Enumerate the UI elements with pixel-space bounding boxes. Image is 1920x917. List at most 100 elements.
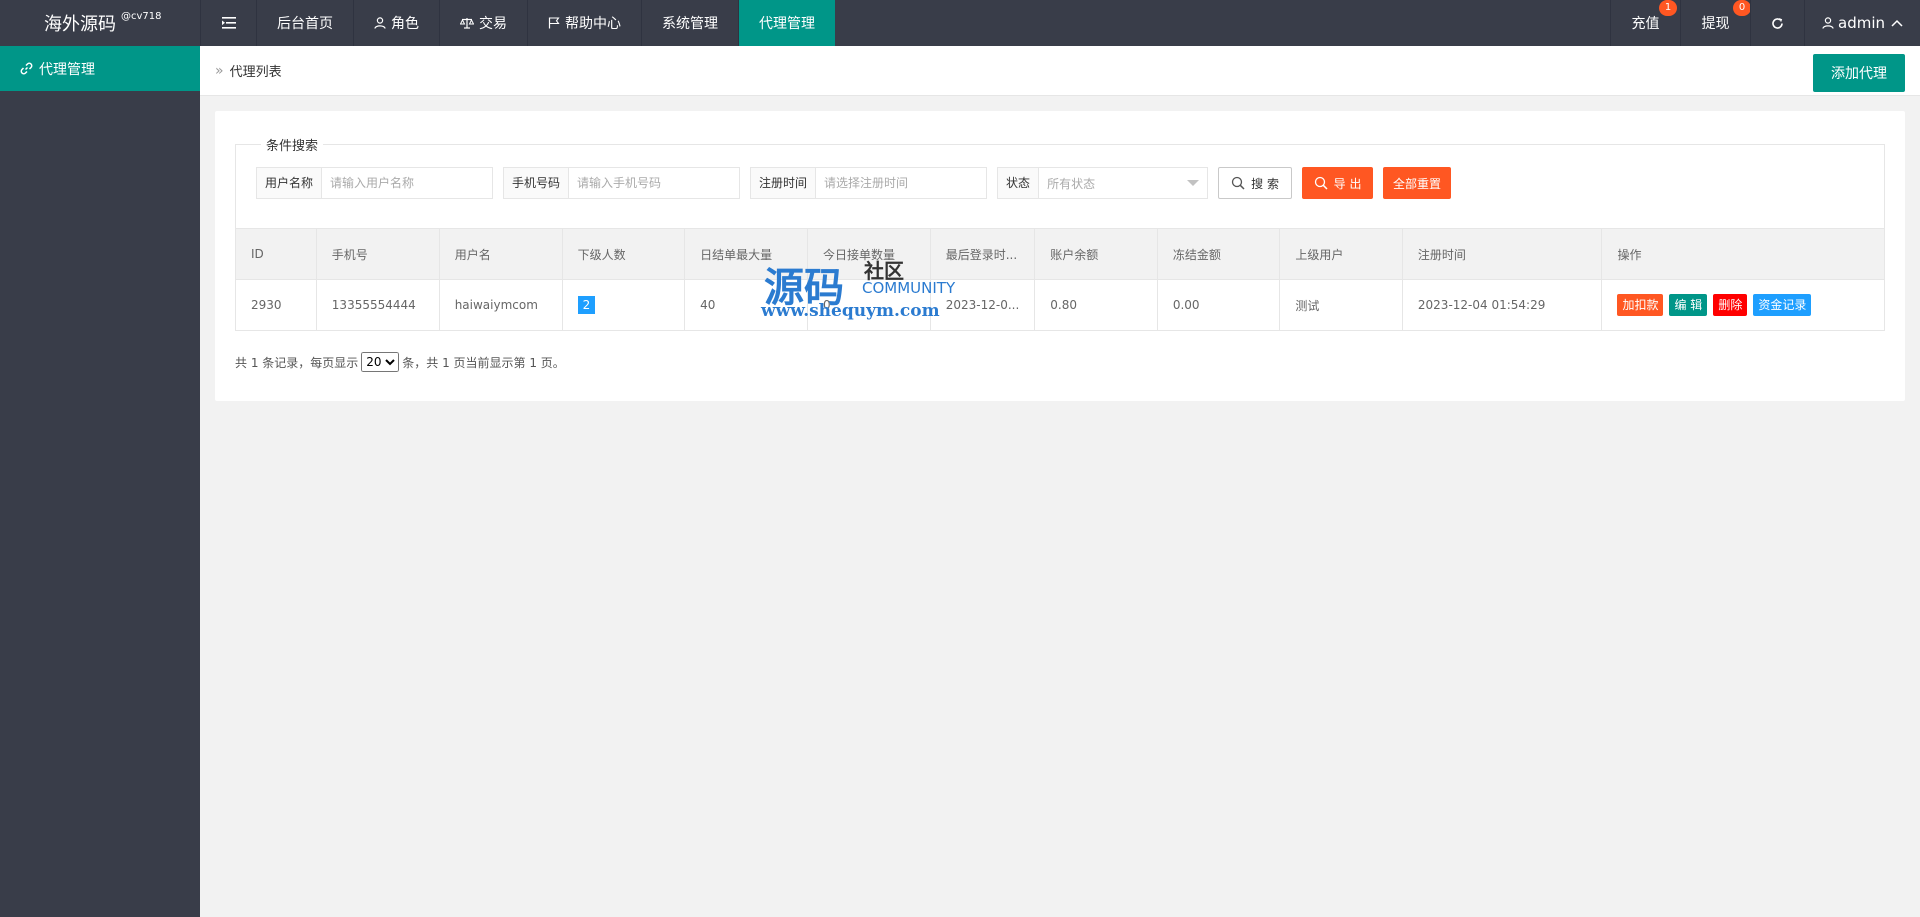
reset-button-label: 全部重置 <box>1393 176 1442 191</box>
col-header-reg-time[interactable]: 注册时间 <box>1401 228 1603 280</box>
breadcrumb: 代理列表 <box>229 65 282 80</box>
cell-id: 2930 <box>235 279 317 331</box>
col-header-frozen[interactable]: 冻结金额 <box>1156 228 1281 280</box>
search-fieldset: 条件搜索 用户名称 手机号码 注册时间 状态 所有状态 <box>235 135 1885 230</box>
table-header-row: ID 手机号 用户名 下级人数 日结单最大量 今日接单数量 最后登录时... 账… <box>235 228 1885 280</box>
search-legend: 条件搜索 <box>261 135 324 154</box>
sub-count-badge[interactable]: 2 <box>577 296 596 314</box>
phone-input[interactable] <box>569 168 740 198</box>
breadcrumb-bar: » 代理列表 添加代理 <box>200 46 1920 96</box>
nav-trade[interactable]: 交易 <box>439 0 527 46</box>
refresh-icon <box>1772 17 1783 29</box>
menu-collapse-icon <box>221 17 236 29</box>
cell-balance: 0.80 <box>1034 279 1158 331</box>
status-select-value: 所有状态 <box>1047 176 1096 191</box>
cell-frozen: 0.00 <box>1156 279 1281 331</box>
cell-reg-time: 2023-12-04 01:54:29 <box>1401 279 1603 331</box>
col-header-id[interactable]: ID <box>235 228 317 280</box>
recharge-badge: 1 <box>1659 0 1677 16</box>
regtime-label: 注册时间 <box>751 168 817 198</box>
logo: 海外源码 @cv718 <box>0 0 200 46</box>
nav-agent-label: 代理管理 <box>759 16 815 32</box>
username-field-group: 用户名称 <box>256 167 494 199</box>
status-label: 状态 <box>998 168 1040 198</box>
username-label: 用户名称 <box>257 168 323 198</box>
cell-last-login: 2023-12-0... <box>929 279 1036 331</box>
col-header-daily-max[interactable]: 日结单最大量 <box>684 228 808 280</box>
search-icon <box>1231 176 1245 190</box>
sidebar: 代理管理 <box>0 46 200 917</box>
cell-parent: 测试 <box>1279 279 1403 331</box>
col-header-last-login[interactable]: 最后登录时... <box>929 228 1036 280</box>
table-row: 2930 13355554444 haiwaiymcom 2 40 0 2023… <box>235 279 1885 331</box>
fund-records-button[interactable]: 资金记录 <box>1753 294 1812 316</box>
scale-icon <box>460 18 474 29</box>
phone-label: 手机号码 <box>504 168 570 198</box>
chevron-right-double-icon: » <box>215 62 224 79</box>
user-name: admin <box>1838 14 1885 32</box>
reset-all-button[interactable]: 全部重置 <box>1383 167 1452 199</box>
recharge-label: 充值 <box>1631 16 1660 32</box>
nav-agent[interactable]: 代理管理 <box>738 0 835 46</box>
adjust-funds-button[interactable]: 加扣款 <box>1617 294 1664 316</box>
app-name: 海外源码 <box>44 14 116 35</box>
main-nav: 后台首页 角色 交易 帮助中心 系统管理 代理管理 <box>200 0 835 46</box>
user-icon <box>1822 17 1834 29</box>
edit-button[interactable]: 编 辑 <box>1669 294 1708 316</box>
flag-icon <box>548 17 560 29</box>
export-button[interactable]: 导 出 <box>1302 167 1374 199</box>
col-header-today-orders[interactable]: 今日接单数量 <box>806 228 931 280</box>
cell-today-orders: 0 <box>806 279 931 331</box>
export-button-label: 导 出 <box>1333 176 1362 191</box>
col-header-parent[interactable]: 上级用户 <box>1279 228 1403 280</box>
menu-toggle-button[interactable] <box>200 0 256 46</box>
chevron-up-icon <box>1891 19 1903 27</box>
page-size-select[interactable]: 20 <box>361 352 400 372</box>
nav-system-label: 系统管理 <box>662 16 718 32</box>
withdraw-badge: 0 <box>1733 0 1751 16</box>
pager-prefix: 共 1 条记录，每页显示 <box>235 355 359 370</box>
username-input[interactable] <box>322 168 493 198</box>
cell-sub-count: 2 <box>561 279 686 331</box>
withdraw-link[interactable]: 提现 0 <box>1680 0 1751 46</box>
delete-button[interactable]: 删除 <box>1713 294 1748 316</box>
col-header-actions: 操作 <box>1601 228 1885 280</box>
nav-role[interactable]: 角色 <box>353 0 439 46</box>
cell-phone: 13355554444 <box>315 279 440 331</box>
regtime-input[interactable] <box>816 168 987 198</box>
add-agent-button[interactable]: 添加代理 <box>1813 54 1905 92</box>
top-navbar: 海外源码 @cv718 后台首页 角色 交易 帮助中心 系统管理 代理管理 充值… <box>0 0 1920 46</box>
nav-system[interactable]: 系统管理 <box>641 0 738 46</box>
withdraw-label: 提现 <box>1701 16 1730 32</box>
nav-home[interactable]: 后台首页 <box>256 0 353 46</box>
search-button-label: 搜 索 <box>1251 176 1279 191</box>
col-header-balance[interactable]: 账户余额 <box>1034 228 1158 280</box>
status-select[interactable]: 所有状态 <box>1039 168 1207 198</box>
regtime-field-group: 注册时间 <box>750 167 988 199</box>
cell-daily-max: 40 <box>684 279 808 331</box>
caret-down-icon <box>1187 180 1200 186</box>
nav-help[interactable]: 帮助中心 <box>527 0 641 46</box>
user-menu[interactable]: admin <box>1804 0 1920 46</box>
pager-suffix: 条，共 1 页当前显示第 1 页。 <box>402 355 565 370</box>
col-header-username[interactable]: 用户名 <box>438 228 563 280</box>
nav-home-label: 后台首页 <box>277 16 333 32</box>
col-header-sub-count[interactable]: 下级人数 <box>561 228 686 280</box>
right-nav: 充值 1 提现 0 admin <box>1610 0 1920 46</box>
nav-role-label: 角色 <box>391 16 419 32</box>
cell-username: haiwaiymcom <box>438 279 563 331</box>
phone-field-group: 手机号码 <box>503 167 741 199</box>
search-button[interactable]: 搜 索 <box>1218 167 1293 199</box>
sidebar-item-label: 代理管理 <box>39 61 95 78</box>
nav-help-label: 帮助中心 <box>565 16 621 32</box>
link-icon <box>20 62 33 75</box>
nav-trade-label: 交易 <box>479 16 507 32</box>
pagination: 共 1 条记录，每页显示 20 条，共 1 页当前显示第 1 页。 <box>235 352 565 372</box>
app-tag: @cv718 <box>121 10 162 22</box>
refresh-button[interactable] <box>1750 0 1804 46</box>
recharge-link[interactable]: 充值 1 <box>1610 0 1680 46</box>
user-icon <box>374 17 386 29</box>
sidebar-item-agent[interactable]: 代理管理 <box>0 46 200 91</box>
col-header-phone[interactable]: 手机号 <box>315 228 440 280</box>
search-form: 用户名称 手机号码 注册时间 状态 所有状态 搜 索 <box>256 167 1461 199</box>
